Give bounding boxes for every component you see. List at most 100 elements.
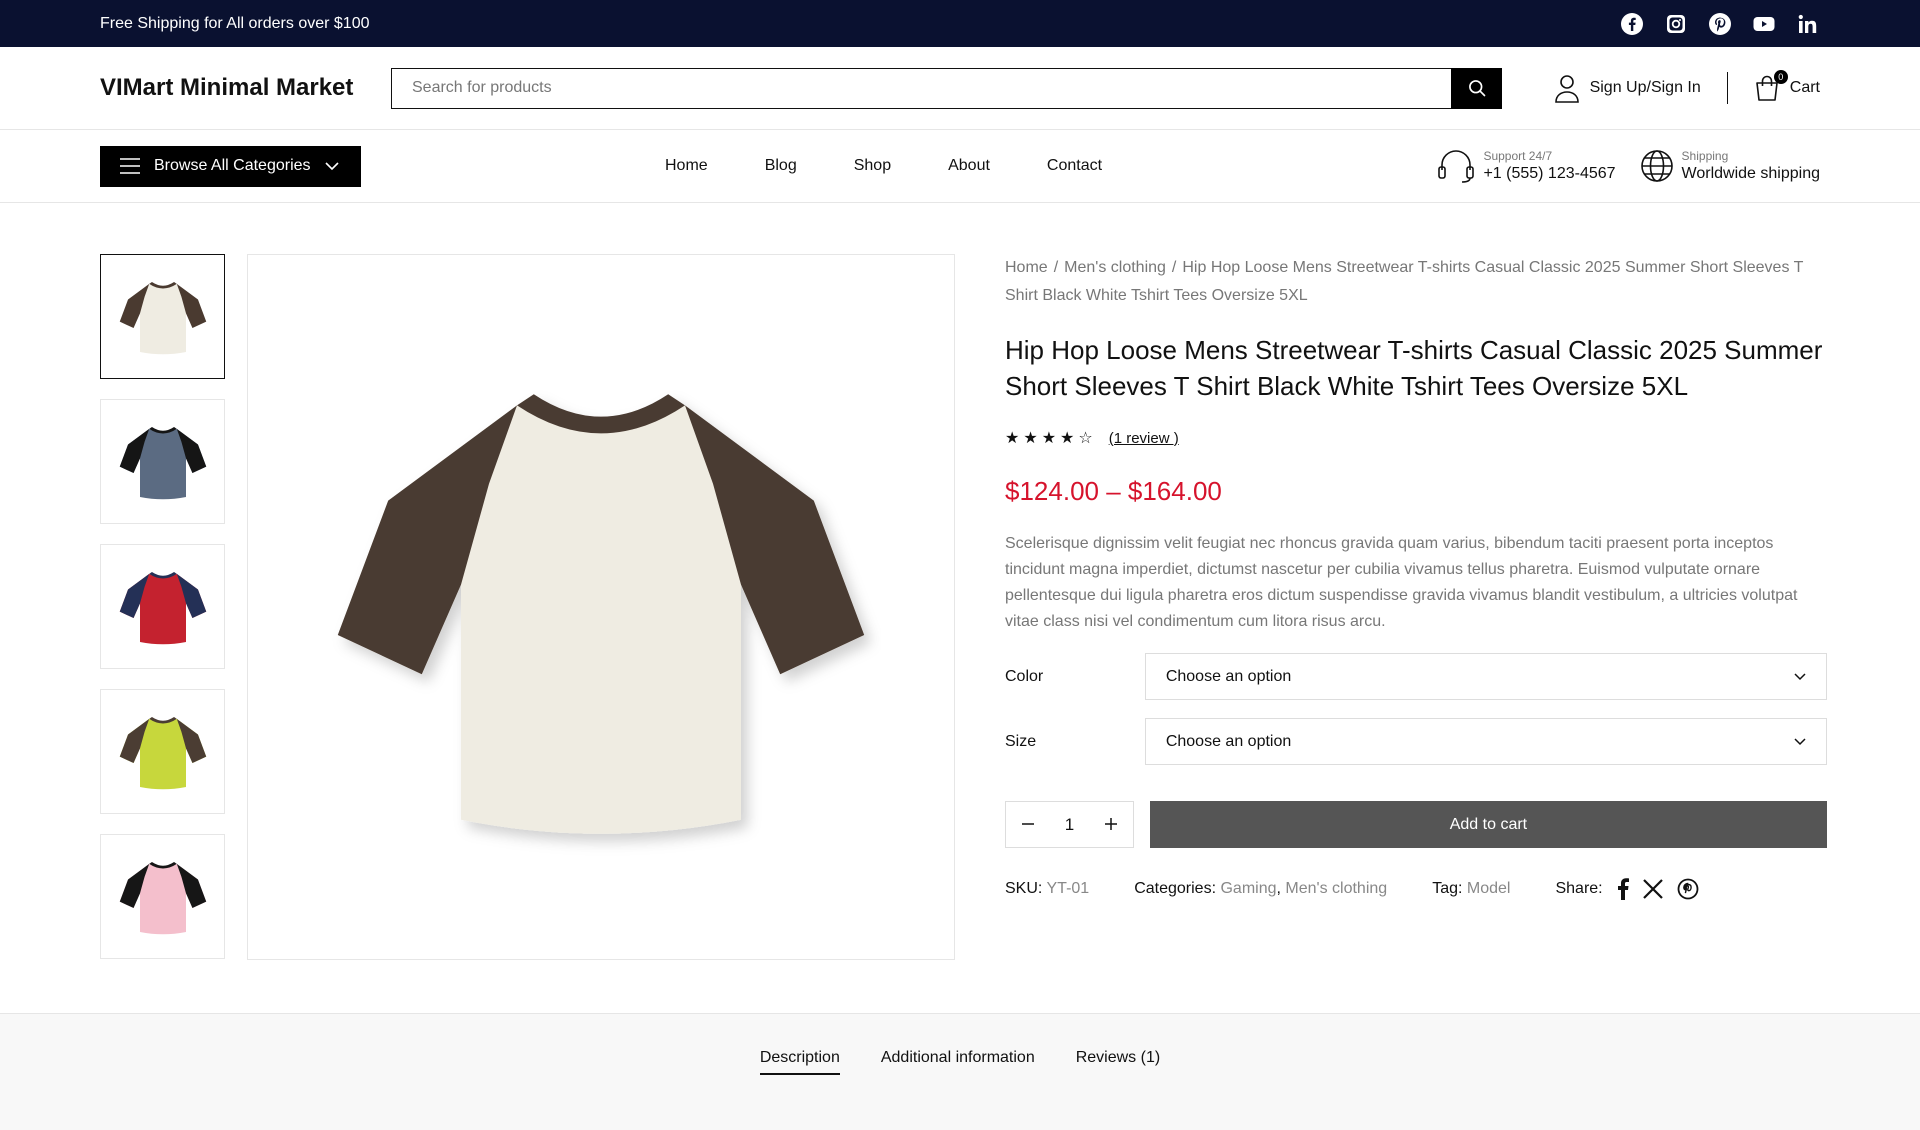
shipping-text: Worldwide shipping xyxy=(1681,165,1820,182)
search-input[interactable] xyxy=(391,67,1451,109)
review-link[interactable]: (1 review ) xyxy=(1109,430,1179,447)
product-info: Home / Men's clothing / Hip Hop Loose Mens S… xyxy=(1005,254,1827,900)
chevron-down-icon xyxy=(324,161,339,170)
star-empty-icon: ☆ xyxy=(1078,430,1093,447)
product-meta: SKU: YT-01 Categories: Gaming, Men's clo… xyxy=(1005,878,1827,900)
account-label: Sign Up/Sign In xyxy=(1589,79,1701,96)
tag-info: Tag: Model xyxy=(1432,880,1510,898)
nav-home[interactable]: Home xyxy=(665,157,708,175)
pinterest-icon[interactable] xyxy=(1708,12,1732,36)
thumbnail-5[interactable] xyxy=(100,834,225,959)
linkedin-icon[interactable] xyxy=(1796,12,1820,36)
cart-link[interactable]: 0 Cart xyxy=(1754,70,1820,102)
tag-link[interactable]: Model xyxy=(1467,880,1511,897)
support-info: Support 24/7 +1 (555) 123-4567 xyxy=(1437,148,1616,184)
facebook-icon[interactable] xyxy=(1620,12,1644,36)
globe-icon xyxy=(1640,150,1673,182)
cart-label: Cart xyxy=(1789,79,1820,96)
product-main: Home / Men's clothing / Hip Hop Loose Mens S… xyxy=(0,203,1920,1011)
main-navbar: Browse All Categories Home Blog Shop Abo… xyxy=(0,130,1920,203)
star-filled-icon: ★ xyxy=(1005,430,1020,447)
product-title: Hip Hop Loose Mens Streetwear T-shirts C… xyxy=(1005,335,1823,401)
product-description: Scelerisque dignissim velit feugiat nec … xyxy=(1005,535,1798,630)
user-icon xyxy=(1554,75,1579,103)
rating-stars: ★ ★ ★ ★ ☆ xyxy=(1005,428,1093,448)
product-tabs: Description Additional information Revie… xyxy=(0,1013,1920,1130)
nav-contact[interactable]: Contact xyxy=(1047,157,1102,175)
browse-categories-button[interactable]: Browse All Categories xyxy=(100,145,361,187)
category-separator: , xyxy=(1276,880,1281,897)
main-product-image[interactable] xyxy=(247,254,955,960)
quantity-value[interactable]: 1 xyxy=(1065,815,1074,835)
search-icon xyxy=(1468,80,1485,97)
header-contact-info: Support 24/7 +1 (555) 123-4567 Shipping … xyxy=(1437,148,1820,184)
browse-label: Browse All Categories xyxy=(154,157,311,174)
product-price: $124.00 – $164.00 xyxy=(1005,476,1222,506)
tag-label: Tag: xyxy=(1432,880,1463,897)
size-option: Size Choose an option xyxy=(1005,718,1827,765)
size-label: Size xyxy=(1005,732,1037,750)
sku-info: SKU: YT-01 xyxy=(1005,880,1089,898)
category-link-mens[interactable]: Men's clothing xyxy=(1285,880,1387,897)
thumbnail-4[interactable] xyxy=(100,689,225,814)
account-link[interactable]: Sign Up/Sign In xyxy=(1554,73,1701,103)
increase-quantity-button[interactable] xyxy=(1105,815,1118,835)
nav-about[interactable]: About xyxy=(948,157,990,175)
share-links: Share: xyxy=(1555,878,1699,900)
youtube-icon[interactable] xyxy=(1752,12,1776,36)
instagram-icon[interactable] xyxy=(1664,12,1688,36)
site-header: VIMart Minimal Market Sign Up/Sign In 0 … xyxy=(0,47,1920,130)
plus-icon xyxy=(1105,817,1118,830)
facebook-share-icon[interactable] xyxy=(1617,878,1629,900)
nav-blog[interactable]: Blog xyxy=(765,157,797,175)
cart-count-badge: 0 xyxy=(1773,70,1788,84)
tab-additional-information[interactable]: Additional information xyxy=(881,1049,1035,1075)
tab-reviews[interactable]: Reviews (1) xyxy=(1076,1049,1160,1075)
star-filled-icon: ★ xyxy=(1060,430,1075,447)
star-filled-icon: ★ xyxy=(1023,430,1038,447)
size-select-value: Choose an option xyxy=(1165,732,1292,750)
nav-menu: Home Blog Shop About Contact xyxy=(665,157,1102,175)
shipping-caption: Shipping xyxy=(1681,149,1729,163)
nav-shop[interactable]: Shop xyxy=(854,157,891,175)
tshirt-thumbnail-image xyxy=(119,571,206,644)
breadcrumb: Home / Men's clothing / Hip Hop Loose Mens S… xyxy=(1005,259,1804,304)
color-label: Color xyxy=(1005,667,1044,685)
color-select-value: Choose an option xyxy=(1165,667,1292,685)
tabs-list: Description Additional information Revie… xyxy=(0,1049,1920,1075)
color-option: Color Choose an option xyxy=(1005,653,1827,700)
decrease-quantity-button[interactable] xyxy=(1021,815,1034,835)
tshirt-thumbnail-image xyxy=(119,861,206,934)
header-divider xyxy=(1726,72,1728,104)
top-bar: Free Shipping for All orders over $100 xyxy=(0,0,1920,47)
thumbnail-3[interactable] xyxy=(100,544,225,669)
category-link-gaming[interactable]: Gaming xyxy=(1220,880,1276,897)
support-phone[interactable]: +1 (555) 123-4567 xyxy=(1483,165,1615,183)
add-to-cart-button[interactable]: Add to cart xyxy=(1149,801,1827,848)
chevron-down-icon xyxy=(1794,737,1806,745)
search-bar xyxy=(391,67,1502,109)
pinterest-share-icon[interactable] xyxy=(1677,878,1699,900)
site-logo[interactable]: VIMart Minimal Market xyxy=(100,74,391,102)
thumbnail-gallery xyxy=(100,254,225,979)
headset-icon xyxy=(1438,150,1475,183)
size-select[interactable]: Choose an option xyxy=(1144,718,1827,765)
star-filled-icon: ★ xyxy=(1041,430,1057,447)
thumbnail-1[interactable] xyxy=(100,254,225,379)
minus-icon xyxy=(1021,822,1034,825)
thumbnail-2[interactable] xyxy=(100,399,225,524)
product-rating: ★ ★ ★ ★ ☆ (1 review ) xyxy=(1005,428,1827,448)
share-label: Share: xyxy=(1555,880,1603,897)
search-button[interactable] xyxy=(1451,67,1502,109)
purchase-row: 1 Add to cart xyxy=(1005,801,1827,848)
shipping-info: Shipping Worldwide shipping xyxy=(1640,149,1820,183)
x-share-icon[interactable] xyxy=(1642,879,1663,899)
quantity-stepper: 1 xyxy=(1005,801,1134,848)
tab-description[interactable]: Description xyxy=(759,1049,840,1075)
hamburger-icon xyxy=(120,158,140,174)
color-select[interactable]: Choose an option xyxy=(1144,653,1827,700)
social-links xyxy=(1620,12,1820,36)
breadcrumb-home[interactable]: Home xyxy=(1005,259,1048,276)
breadcrumb-category[interactable]: Men's clothing xyxy=(1064,259,1166,276)
sku-value: YT-01 xyxy=(1046,880,1090,897)
